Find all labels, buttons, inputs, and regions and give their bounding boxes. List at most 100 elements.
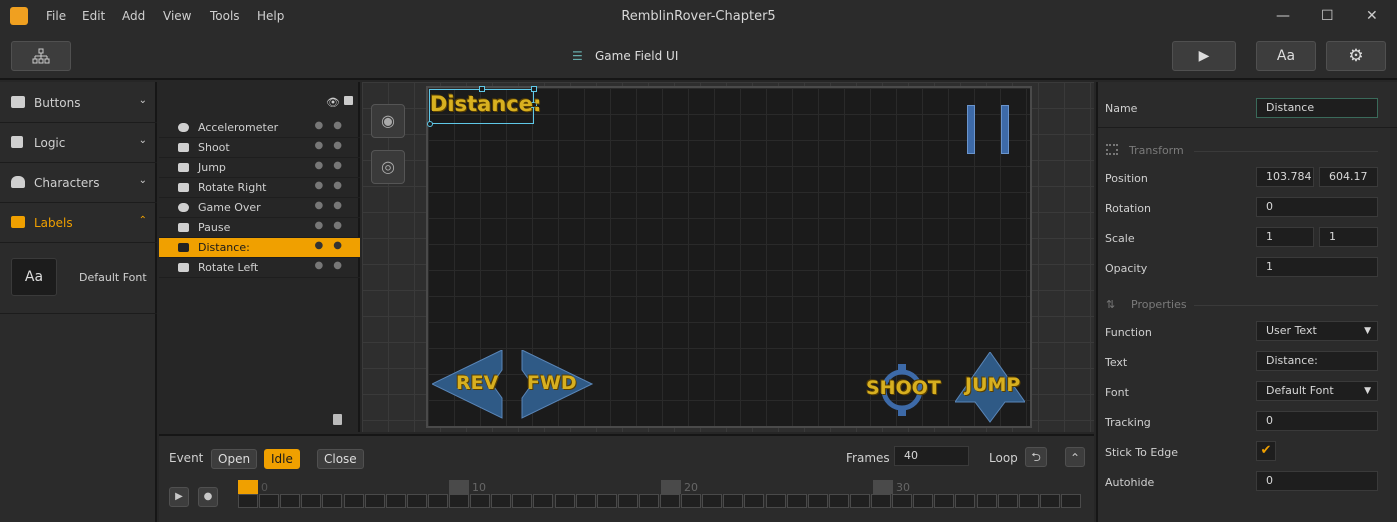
frame-cell[interactable] <box>828 494 849 508</box>
layer-toggles[interactable]: ●● <box>315 160 352 171</box>
frame-cell[interactable] <box>744 494 765 508</box>
category-labels[interactable]: Labels ⌃ <box>0 203 157 243</box>
opacity-field[interactable]: 1 <box>1256 257 1378 277</box>
frame-cell[interactable] <box>976 494 997 508</box>
frame-cell[interactable] <box>638 494 659 508</box>
frame-cell[interactable] <box>280 494 301 508</box>
category-buttons[interactable]: Buttons ⌄ <box>0 83 157 123</box>
selection-handle[interactable] <box>427 121 433 127</box>
frame-cell[interactable] <box>322 494 343 508</box>
layer-toggles[interactable]: ●● <box>315 240 352 251</box>
layer-toggles[interactable]: ●● <box>315 260 352 271</box>
event-open-button[interactable]: Open <box>211 449 258 469</box>
frame-cell[interactable] <box>723 494 744 508</box>
timeline-record-button[interactable]: ● <box>198 487 218 507</box>
function-select[interactable]: User Text ▼ <box>1256 321 1378 341</box>
frame-cell[interactable] <box>533 494 554 508</box>
position-y-field[interactable]: 604.17 <box>1319 167 1378 187</box>
layer-item[interactable]: Game Over ●● <box>159 198 360 218</box>
category-characters[interactable]: Characters ⌄ <box>0 163 157 203</box>
timeline-play-button[interactable]: ▶ <box>169 487 189 507</box>
minimize-button[interactable]: — <box>1276 8 1290 24</box>
frame-cell[interactable] <box>364 494 385 508</box>
text-field[interactable]: Distance: <box>1256 351 1378 371</box>
layer-toggles[interactable]: ●● <box>315 180 352 191</box>
layer-toggles[interactable]: ●● <box>315 220 352 231</box>
frame-cell[interactable] <box>955 494 976 508</box>
frame-cell[interactable] <box>512 494 533 508</box>
frame-cell[interactable] <box>913 494 934 508</box>
layer-item[interactable]: Shoot ●● <box>159 138 360 158</box>
frame-cell[interactable] <box>449 494 469 508</box>
eye-icon[interactable]: 👁 <box>326 96 340 109</box>
frame-cell[interactable] <box>765 494 786 508</box>
stick-to-edge-checkbox[interactable]: ✔ <box>1256 441 1276 461</box>
font-button[interactable]: Aa <box>1256 41 1316 71</box>
distance-label[interactable]: Distance: <box>430 92 541 116</box>
frame-cell[interactable] <box>934 494 955 508</box>
frame-cell[interactable] <box>1060 494 1081 508</box>
name-field[interactable]: Distance <box>1256 98 1378 118</box>
frame-cell[interactable] <box>681 494 702 508</box>
settings-button[interactable]: ⚙ <box>1326 41 1386 71</box>
layer-item[interactable]: Jump ●● <box>159 158 360 178</box>
frame-cell[interactable] <box>871 494 891 508</box>
frame-cell[interactable] <box>301 494 322 508</box>
rotation-field[interactable]: 0 <box>1256 197 1378 217</box>
default-font-thumb[interactable]: Aa <box>11 258 57 296</box>
frame-cell[interactable] <box>660 494 680 508</box>
lock-icon[interactable] <box>344 96 353 105</box>
preview-eye-button[interactable]: ◉ <box>371 104 405 138</box>
autohide-field[interactable]: 0 <box>1256 471 1378 491</box>
frame-cell[interactable] <box>554 494 575 508</box>
frame-cell[interactable] <box>617 494 638 508</box>
playhead-marker[interactable] <box>238 480 258 494</box>
frames-field[interactable]: 40 <box>894 446 969 466</box>
loop-toggle[interactable]: ⮌ <box>1025 447 1047 467</box>
layer-toggles[interactable]: ●● <box>315 140 352 151</box>
trash-icon[interactable] <box>333 414 342 425</box>
frame-cell[interactable] <box>238 494 258 508</box>
frame-cell[interactable] <box>1039 494 1060 508</box>
frame-cell[interactable] <box>470 494 491 508</box>
pause-bar-left[interactable] <box>967 105 975 154</box>
event-idle-button[interactable]: Idle <box>264 449 300 469</box>
layer-toggles[interactable]: ●● <box>315 120 352 131</box>
position-x-field[interactable]: 103.784 <box>1256 167 1314 187</box>
frame-cell[interactable] <box>491 494 512 508</box>
frame-cell[interactable] <box>575 494 596 508</box>
frame-cell[interactable] <box>702 494 723 508</box>
layer-item[interactable]: Rotate Right ●● <box>159 178 360 198</box>
event-close-button[interactable]: Close <box>317 449 364 469</box>
frame-cell[interactable] <box>259 494 280 508</box>
collapse-timeline-button[interactable]: ⌃ <box>1065 447 1085 467</box>
font-select[interactable]: Default Font ▼ <box>1256 381 1378 401</box>
accelerometer-button[interactable]: ◎ <box>371 150 405 184</box>
frame-cell[interactable] <box>892 494 913 508</box>
frame-cell[interactable] <box>343 494 364 508</box>
layer-item[interactable]: Rotate Left ●● <box>159 258 360 278</box>
default-font-label[interactable]: Default Font <box>79 271 147 284</box>
layer-item[interactable]: Accelerometer ●● <box>159 118 360 138</box>
close-button[interactable]: ✕ <box>1366 8 1378 24</box>
frame-cell[interactable] <box>849 494 870 508</box>
frame-cell[interactable] <box>807 494 828 508</box>
pause-bar-right[interactable] <box>1001 105 1009 154</box>
scale-x-field[interactable]: 1 <box>1256 227 1314 247</box>
frame-cell[interactable] <box>427 494 448 508</box>
frame-cell[interactable] <box>385 494 406 508</box>
scale-y-field[interactable]: 1 <box>1319 227 1378 247</box>
frame-cell[interactable] <box>406 494 427 508</box>
frame-cell[interactable] <box>786 494 807 508</box>
play-button[interactable]: ▶ <box>1172 41 1236 71</box>
frame-cell[interactable] <box>596 494 617 508</box>
layer-item-selected[interactable]: Distance: ●● <box>159 238 360 258</box>
maximize-button[interactable]: ☐ <box>1321 8 1334 24</box>
category-logic[interactable]: Logic ⌄ <box>0 123 157 163</box>
layer-toggles[interactable]: ●● <box>315 200 352 211</box>
frame-cell[interactable] <box>997 494 1018 508</box>
tracking-field[interactable]: 0 <box>1256 411 1378 431</box>
layer-item[interactable]: Pause ●● <box>159 218 360 238</box>
frame-cell[interactable] <box>1018 494 1039 508</box>
hierarchy-button[interactable] <box>11 41 71 71</box>
